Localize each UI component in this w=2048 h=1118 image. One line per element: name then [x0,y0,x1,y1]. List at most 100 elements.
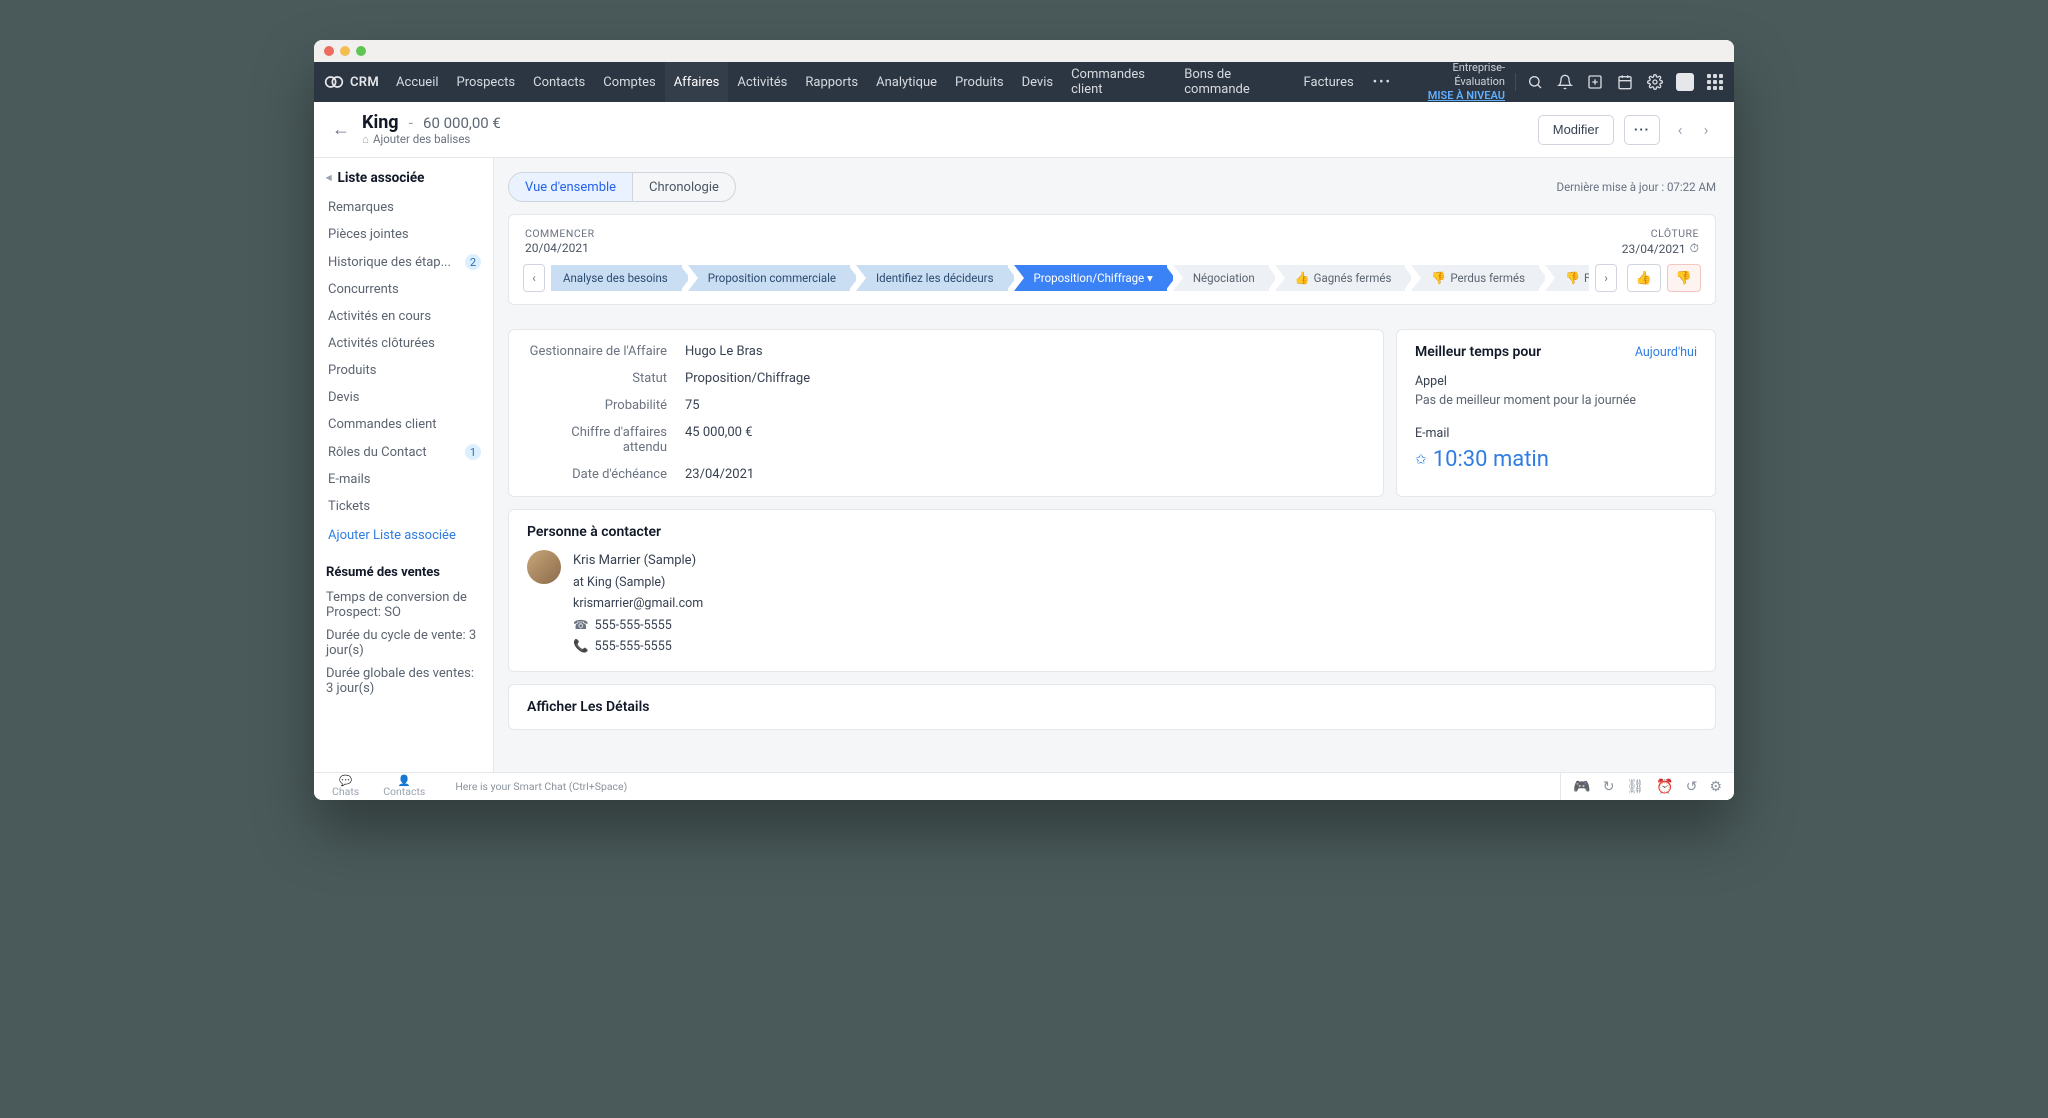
nav-activites[interactable]: Activités [728,62,796,102]
nav-prospects[interactable]: Prospects [448,62,525,102]
vote-up-button[interactable]: 👍 [1627,264,1661,292]
close-window-icon[interactable] [324,46,334,56]
main-nav: Accueil Prospects Contacts Comptes Affai… [387,62,1402,102]
more-actions-button[interactable]: ··· [1624,115,1660,145]
deal-expected-revenue: 45 000,00 € [685,425,1365,455]
sidebar-item-commandes[interactable]: Commandes client [326,411,483,438]
stopwatch-icon: ⏱ [1690,241,1699,256]
alarm-icon[interactable]: ⏰ [1656,779,1673,795]
gear-icon[interactable] [1646,73,1664,91]
stages-scroll-right[interactable]: › [1595,264,1617,292]
record-pager: ‹ › [1670,120,1716,139]
deal-due-date: 23/04/2021 [685,467,1365,482]
stage-item[interactable]: Identifiez les décideurs [856,265,1008,291]
sidebar-item-activites-cours[interactable]: Activités en cours [326,303,483,330]
stage-close-date: 23/04/2021 [1622,242,1686,256]
sidebar-add-list-link[interactable]: Ajouter Liste associée [326,520,483,551]
nav-affaires[interactable]: Affaires [665,62,729,102]
refresh-icon[interactable]: ↻ [1603,779,1615,795]
history-icon[interactable]: ↺ [1686,779,1698,795]
tab-timeline[interactable]: Chronologie [633,173,735,201]
search-icon[interactable] [1526,73,1544,91]
thumbs-down-icon: 👎 [1565,271,1580,285]
kv-label: Gestionnaire de l'Affaire [527,344,667,359]
stage-item[interactable]: Proposition commerciale [688,265,850,291]
avatar[interactable] [1676,73,1694,91]
back-arrow-icon[interactable]: ← [332,119,350,140]
nav-more-icon[interactable]: ••• [1363,62,1402,102]
stage-item[interactable]: Analyse des besoins [551,265,682,291]
show-details-title: Afficher Les Détails [527,699,1697,715]
nav-factures[interactable]: Factures [1295,62,1363,102]
prev-record-icon[interactable]: ‹ [1670,120,1690,139]
stage-item[interactable]: 👎Perdus fermés [1411,265,1539,291]
upgrade-link[interactable]: MISE À NIVEAU [1402,89,1505,103]
sidebar-item-produits[interactable]: Produits [326,357,483,384]
modify-button[interactable]: Modifier [1538,115,1614,145]
add-icon[interactable] [1586,73,1604,91]
sidebar-item-tickets[interactable]: Tickets [326,493,483,520]
brand[interactable]: CRM [324,72,387,92]
bell-icon[interactable] [1556,73,1574,91]
best-time-call-note: Pas de meilleur moment pour la journée [1415,393,1697,408]
thumbs-up-icon: 👍 [1295,271,1310,285]
apps-grid-icon[interactable] [1706,73,1724,91]
sidebar-item-pieces-jointes[interactable]: Pièces jointes [326,221,483,248]
contact-avatar[interactable] [527,550,561,584]
nav-commandes[interactable]: Commandes client [1062,62,1175,102]
sidebar-item-roles-contact[interactable]: Rôles du Contact1 [326,438,483,466]
nav-contacts[interactable]: Contacts [524,62,594,102]
contact-name[interactable]: Kris Marrier (Sample) [573,550,703,572]
sidebar-item-remarques[interactable]: Remarques [326,194,483,221]
vote-down-button[interactable]: 👎 [1667,264,1701,292]
stages-scroll-left[interactable]: ‹ [523,264,545,292]
contact-card: Personne à contacter Kris Marrier (Sampl… [508,509,1716,672]
contact-company: at King (Sample) [573,572,703,593]
badge-count: 2 [465,254,481,270]
enterprise-line: Entreprise- Évaluation [1402,61,1505,89]
stage-item[interactable]: 👍Gagnés fermés [1275,265,1406,291]
minimize-window-icon[interactable] [340,46,350,56]
deal-probability: 75 [685,398,1365,413]
contact-email[interactable]: krismarrier@gmail.com [573,593,703,614]
collapse-icon[interactable]: ▸ [326,172,332,185]
gamepad-icon[interactable]: 🎮 [1573,779,1590,795]
nav-accueil[interactable]: Accueil [387,62,447,102]
maximize-window-icon[interactable] [356,46,366,56]
nav-analytique[interactable]: Analytique [867,62,946,102]
nav-produits[interactable]: Produits [946,62,1013,102]
stage-close-label: CLÔTURE [1622,227,1699,240]
brand-logo-icon [324,72,344,92]
nav-comptes[interactable]: Comptes [594,62,664,102]
sidebar-item-historique[interactable]: Historique des étap...2 [326,248,483,276]
bottom-chats[interactable]: 💬 Chats [332,776,359,798]
settings-small-icon[interactable]: ⚙ [1709,779,1722,795]
nav-devis[interactable]: Devis [1013,62,1063,102]
add-tag-link[interactable]: ⌂ Ajouter des balises [362,133,501,146]
contact-phone1[interactable]: 555-555-5555 [595,618,672,633]
kv-label: Date d'échéance [527,467,667,482]
sidebar-item-activites-cloturees[interactable]: Activités clôturées [326,330,483,357]
bottom-contacts[interactable]: 👤 Contacts [383,776,425,798]
smart-chat-hint[interactable]: Here is your Smart Chat (Ctrl+Space) [455,780,627,793]
sidebar-item-concurrents[interactable]: Concurrents [326,276,483,303]
sidebar-item-emails[interactable]: E-mails [326,466,483,493]
best-time-today-link[interactable]: Aujourd'hui [1635,345,1697,360]
brand-text: CRM [350,75,379,90]
deal-status: Proposition/Chiffrage [685,371,1365,386]
nav-rapports[interactable]: Rapports [796,62,867,102]
sidebar-item-devis[interactable]: Devis [326,384,483,411]
stage-item[interactable]: Négociation [1173,265,1269,291]
show-details-card[interactable]: Afficher Les Détails [508,684,1716,730]
stage-item-active[interactable]: Proposition/Chiffrage ▾ [1014,265,1167,291]
calendar-icon[interactable] [1616,73,1634,91]
tab-overview[interactable]: Vue d'ensemble [509,173,633,201]
sidebar-summary-title: Résumé des ventes [326,551,483,586]
nav-bons[interactable]: Bons de commande [1175,62,1294,102]
next-record-icon[interactable]: › [1696,120,1716,139]
contact-phone2[interactable]: 555-555-5555 [595,639,672,654]
people-icon[interactable]: ⛓ [1626,779,1644,795]
metric-cycle: Durée du cycle de vente: 3 jour(s) [326,624,483,662]
enterprise-badge: Entreprise- Évaluation MISE À NIVEAU [1402,61,1515,102]
stage-item[interactable]: 👎Fermé-Perdu à la concurrence [1545,265,1589,291]
